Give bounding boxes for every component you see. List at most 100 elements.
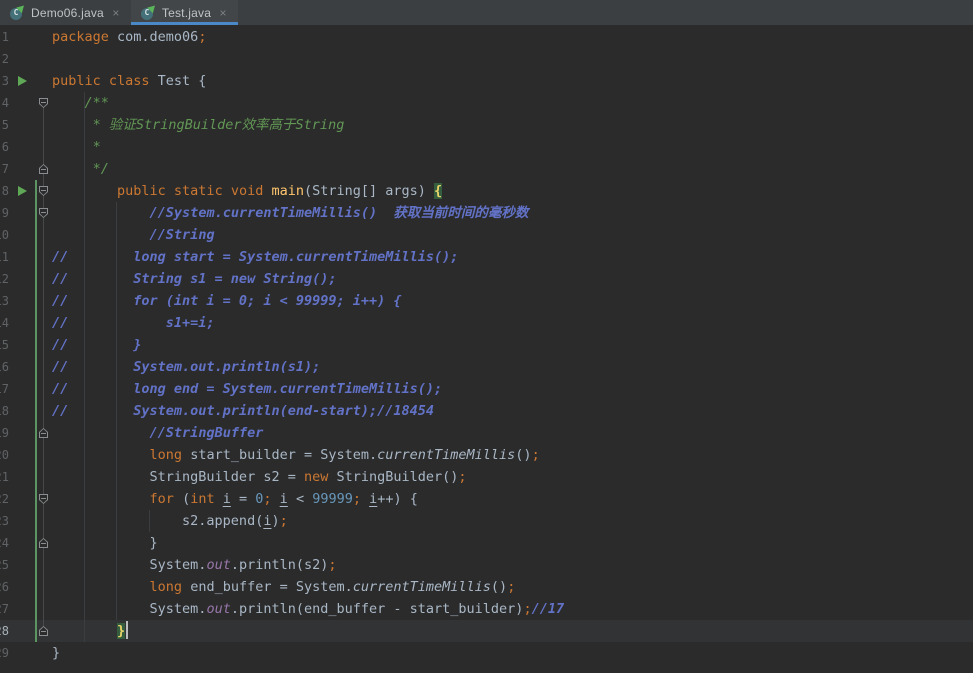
gutter-line-number: 12 xyxy=(0,272,9,286)
code-segment: ; xyxy=(531,447,540,463)
gutter-line-number: 3 xyxy=(1,74,9,88)
gutter-line-number: 13 xyxy=(0,294,9,308)
code-segment: // long start = System.currentTimeMillis… xyxy=(52,249,459,265)
code-segment: public static void xyxy=(117,183,272,199)
gutter-line-number: 10 xyxy=(0,228,9,242)
code-line[interactable]: 4 /** xyxy=(0,92,973,114)
code-line[interactable]: 20 long start_builder = System.currentTi… xyxy=(0,444,973,466)
code-line[interactable]: 1 package com.demo06; xyxy=(0,26,973,48)
code-segment: * xyxy=(52,139,101,155)
code-line[interactable]: 22 for (int i = 0; i < 99999; i++) { xyxy=(0,488,973,510)
code-line[interactable]: 3 public class Test { xyxy=(0,70,973,92)
gutter-line-number: 1 xyxy=(1,30,9,44)
code-segment: .println(end_buffer - start_builder) xyxy=(230,601,524,617)
tab-demo06[interactable]: C Demo06.java × xyxy=(0,0,131,25)
code-segment: // System.out.println(s1); xyxy=(52,359,321,375)
code-segment: /** xyxy=(52,95,109,111)
code-line[interactable]: 24 } xyxy=(0,532,973,554)
code-line[interactable]: 13 // for (int i = 0; i < 99999; i++) { xyxy=(0,290,973,312)
code-segment: System. xyxy=(52,601,207,617)
java-class-icon: C xyxy=(140,2,158,21)
code-segment: //StringBuffer xyxy=(149,425,264,441)
code-line[interactable]: 25 System.out.println(s2); xyxy=(0,554,973,576)
gutter-line-number: 20 xyxy=(0,448,9,462)
code-line[interactable]: 7 */ xyxy=(0,158,973,180)
code-segment: * 验证StringBuilder效率高于String xyxy=(52,117,345,133)
code-segment: // for (int i = 0; i < 99999; i++) { xyxy=(52,293,402,309)
gutter-line-number: 11 xyxy=(0,250,9,264)
code-line[interactable]: 23 s2.append(i); xyxy=(0,510,973,532)
code-segment: 99999 xyxy=(312,491,353,507)
code-segment: StringBuilder() xyxy=(336,469,459,485)
fold-collapse-start-icon[interactable] xyxy=(39,494,48,504)
code-line[interactable]: 29} xyxy=(0,642,973,664)
code-segment: main xyxy=(271,183,304,199)
tab-test[interactable]: C Test.java × xyxy=(130,0,239,25)
code-line[interactable]: 15 // } xyxy=(0,334,973,356)
tab-close-icon[interactable]: × xyxy=(217,7,229,19)
code-segment: } xyxy=(52,535,158,551)
code-segment: public class xyxy=(52,73,158,89)
code-line[interactable]: 8 public static void main(String[] args)… xyxy=(0,180,973,202)
code-line[interactable]: 16 // System.out.println(s1); xyxy=(0,356,973,378)
fold-collapse-end-icon[interactable] xyxy=(39,538,48,548)
code-line[interactable]: 5 * 验证StringBuilder效率高于String xyxy=(0,114,973,136)
code-segment: package xyxy=(52,29,118,45)
code-segment: { xyxy=(434,183,443,199)
code-line[interactable]: 27 System.out.println(end_buffer - start… xyxy=(0,598,973,620)
code-line[interactable]: 17 // long end = System.currentTimeMillis… xyxy=(0,378,973,400)
java-class-icon: C xyxy=(9,2,27,21)
code-segment: ; xyxy=(458,469,467,485)
fold-collapse-end-icon[interactable] xyxy=(39,428,48,438)
code-line[interactable]: 28 } xyxy=(0,620,973,642)
gutter-line-number: 16 xyxy=(0,360,9,374)
run-icon[interactable] xyxy=(18,186,27,196)
gutter-line-number: 9 xyxy=(1,206,9,220)
code-segment: //System.currentTimeMillis() 获取当前时间的毫秒数 xyxy=(149,205,529,221)
tab-close-icon[interactable]: × xyxy=(110,7,122,19)
code-line[interactable]: 14 // s1+=i; xyxy=(0,312,973,334)
code-segment: () xyxy=(490,579,508,595)
code-line[interactable]: 6 * xyxy=(0,136,973,158)
fold-collapse-start-icon[interactable] xyxy=(39,186,48,196)
gutter-line-number: 17 xyxy=(0,382,9,396)
code-line[interactable]: 11 // long start = System.currentTimeMill… xyxy=(0,246,973,268)
code-line[interactable]: 18 // System.out.println(end-start);//184… xyxy=(0,400,973,422)
code-segment: ; xyxy=(507,579,516,595)
code-segment: // long end = System.currentTimeMillis()… xyxy=(52,381,443,397)
gutter-line-number: 15 xyxy=(0,338,9,352)
gutter-line-number: 29 xyxy=(0,646,9,660)
code-segment: // System.out.println(end-start);//18454 xyxy=(52,403,435,419)
gutter-line-number: 6 xyxy=(1,140,9,154)
fold-collapse-start-icon[interactable] xyxy=(39,98,48,108)
gutter-line-number: 19 xyxy=(0,426,9,440)
gutter-line-number: 27 xyxy=(0,602,9,616)
code-line[interactable]: 9 //System.currentTimeMillis() 获取当前时间的毫秒… xyxy=(0,202,973,224)
code-line[interactable]: 10 //String xyxy=(0,224,973,246)
code-segment: ( xyxy=(182,491,191,507)
gutter-line-number: 21 xyxy=(0,470,9,484)
code-segment: for xyxy=(149,491,183,507)
code-line[interactable]: 21 StringBuilder s2 = new StringBuilder(… xyxy=(0,466,973,488)
run-icon[interactable] xyxy=(18,76,27,86)
code-line[interactable]: 26 long end_buffer = System.currentTimeM… xyxy=(0,576,973,598)
fold-collapse-end-icon[interactable] xyxy=(39,164,48,174)
code-segment: // s1+=i; xyxy=(52,315,215,331)
code-line[interactable]: 12 // String s1 = new String(); xyxy=(0,268,973,290)
text-caret xyxy=(126,621,129,639)
code-segment: */ xyxy=(52,161,109,177)
tab-label: Demo06.java xyxy=(31,5,104,20)
code-segment: .println(s2) xyxy=(230,557,329,573)
gutter-line-number: 5 xyxy=(1,118,9,132)
tab-label: Test.java xyxy=(161,5,212,20)
fold-collapse-end-icon[interactable] xyxy=(39,626,48,636)
code-line[interactable]: 19 //StringBuffer xyxy=(0,422,973,444)
code-line[interactable]: 2 xyxy=(0,48,973,70)
tab-bar: C Demo06.java × C Test.java × xyxy=(0,0,973,25)
fold-collapse-start-icon[interactable] xyxy=(39,208,48,218)
